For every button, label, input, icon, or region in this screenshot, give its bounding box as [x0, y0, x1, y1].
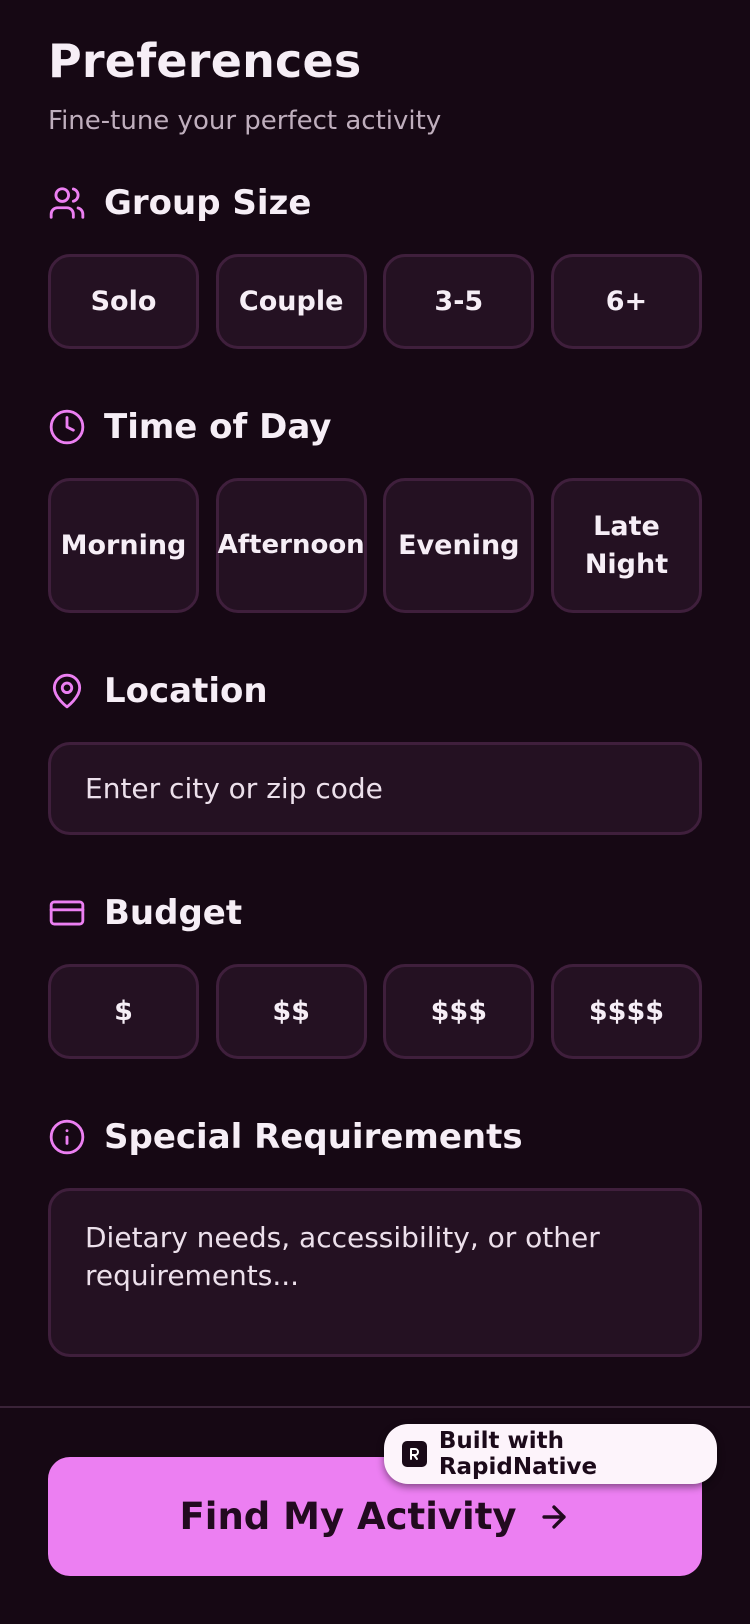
time-option-late-night[interactable]: Late Night [550, 478, 702, 613]
rapidnative-logo-icon [402, 1441, 427, 1467]
time-option-morning[interactable]: Morning [48, 478, 199, 613]
group-size-option-3-5[interactable]: 3-5 [383, 254, 535, 349]
budget-option-1[interactable]: $ [48, 964, 199, 1059]
page-subtitle: Fine-tune your perfect activity [48, 106, 442, 136]
group-size-option-solo[interactable]: Solo [48, 254, 199, 349]
page-title: Preferences [48, 34, 362, 88]
section-location-header: Location [48, 667, 268, 715]
arrow-right-icon [537, 1500, 571, 1534]
group-size-option-6-plus[interactable]: 6+ [550, 254, 702, 349]
budget-option-4[interactable]: $$$$ [550, 964, 702, 1059]
special-requirements-textarea[interactable]: Dietary needs, accessibility, or other r… [48, 1188, 702, 1357]
users-icon [48, 184, 86, 222]
budget-option-2[interactable]: $$ [215, 964, 367, 1059]
time-of-day-options: Morning Afternoon Evening Late Night [48, 478, 702, 613]
time-option-afternoon[interactable]: Afternoon [215, 478, 367, 613]
section-label-location: Location [104, 671, 268, 711]
section-label-special-requirements: Special Requirements [104, 1117, 523, 1157]
group-size-option-couple[interactable]: Couple [215, 254, 367, 349]
section-group-size-header: Group Size [48, 179, 311, 227]
built-with-badge[interactable]: Built with RapidNative [384, 1424, 717, 1484]
budget-options: $ $$ $$$ $$$$ [48, 964, 702, 1059]
section-label-group-size: Group Size [104, 183, 312, 223]
group-size-options: Solo Couple 3-5 6+ [48, 254, 702, 349]
section-time-of-day-header: Time of Day [48, 403, 331, 451]
info-icon [48, 1118, 86, 1156]
budget-option-3[interactable]: $$$ [383, 964, 535, 1059]
section-budget-header: Budget [48, 889, 242, 937]
time-option-evening[interactable]: Evening [383, 478, 535, 613]
credit-card-icon [48, 894, 86, 932]
section-label-budget: Budget [104, 893, 243, 933]
map-pin-icon [48, 672, 86, 710]
find-activity-label: Find My Activity [179, 1495, 517, 1538]
clock-icon [48, 408, 86, 446]
built-with-label: Built with RapidNative [438, 1428, 598, 1480]
location-input[interactable]: Enter city or zip code [48, 742, 702, 835]
section-special-requirements-header: Special Requirements [48, 1113, 523, 1161]
section-label-time-of-day: Time of Day [104, 407, 332, 447]
footer-divider [0, 1406, 750, 1408]
